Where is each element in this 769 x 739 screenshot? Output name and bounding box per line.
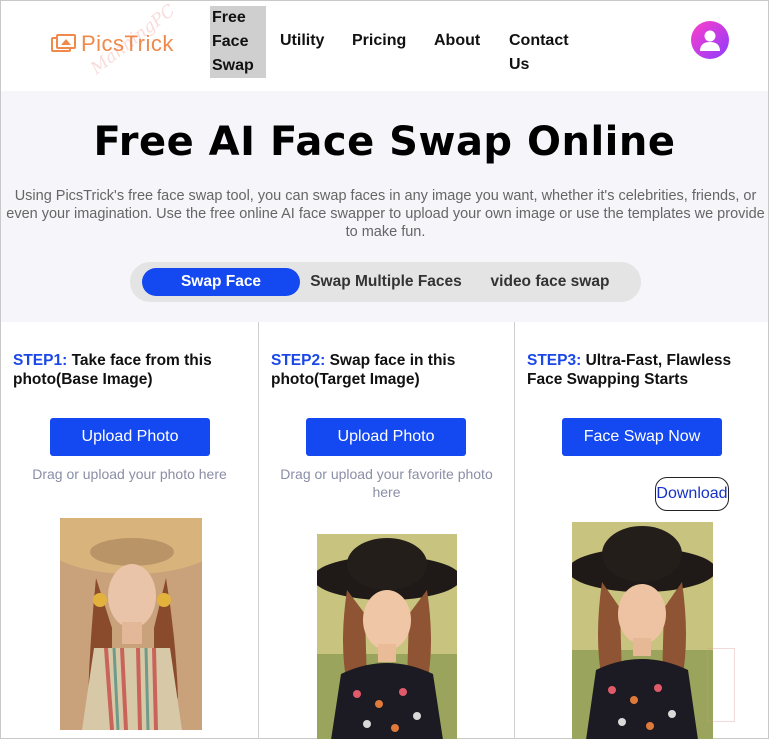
tab-swap-face[interactable]: Swap Face	[142, 268, 300, 296]
hero-section: Free AI Face Swap Online Using PicsTrick…	[1, 91, 768, 322]
tab-swap-multiple-faces[interactable]: Swap Multiple Faces	[306, 268, 466, 296]
step2-number: STEP2:	[271, 352, 326, 369]
step2-drop-hint[interactable]: Drag or upload your favorite photo here	[259, 465, 514, 501]
page-title: Free AI Face Swap Online	[93, 119, 676, 165]
nav-about[interactable]: About	[434, 29, 494, 53]
nav-pricing[interactable]: Pricing	[352, 29, 422, 53]
hero-description: Using PicsTrick's free face swap tool, y…	[6, 188, 765, 240]
nav-free-face-swap[interactable]: Free Face Swap	[210, 6, 266, 78]
download-button[interactable]: Download	[655, 477, 729, 511]
site-header: PicsTrick Free Face Swap Utility Pricing…	[1, 1, 768, 91]
nav-contact-us[interactable]: Contact Us	[509, 29, 579, 77]
user-avatar-icon[interactable]	[691, 21, 729, 59]
nav-utility[interactable]: Utility	[280, 29, 324, 53]
tab-video-face-swap[interactable]: video face swap	[480, 268, 620, 296]
logo-photos-icon	[51, 34, 77, 54]
corner-watermark	[707, 648, 735, 722]
step2-column: STEP2: Swap face in this photo(Target Im…	[258, 322, 514, 739]
step1-column: STEP1: Take face from this photo(Base Im…	[1, 322, 258, 739]
step1-number: STEP1:	[13, 352, 68, 369]
steps-section: STEP1: Take face from this photo(Base Im…	[1, 322, 768, 739]
target-image-photo	[317, 534, 457, 739]
step3-title: STEP3: Ultra-Fast, Flawless Face Swappin…	[527, 351, 757, 389]
logo-text: PicsTrick	[81, 31, 174, 56]
step1-title: STEP1: Take face from this photo(Base Im…	[13, 351, 243, 389]
upload-target-photo-button[interactable]: Upload Photo	[306, 418, 466, 456]
result-image-photo	[572, 522, 713, 739]
step3-number: STEP3:	[527, 352, 582, 369]
picstrick-logo[interactable]: PicsTrick	[51, 31, 174, 57]
step2-title: STEP2: Swap face in this photo(Target Im…	[271, 351, 501, 389]
face-swap-now-button[interactable]: Face Swap Now	[562, 418, 722, 456]
mode-tabs: Swap Face Swap Multiple Faces video face…	[130, 262, 641, 302]
upload-base-photo-button[interactable]: Upload Photo	[50, 418, 210, 456]
step1-drop-hint[interactable]: Drag or upload your photo here	[1, 465, 258, 483]
base-image-photo	[60, 518, 202, 730]
main-nav: Free Face Swap Utility Pricing About Con…	[210, 6, 569, 78]
